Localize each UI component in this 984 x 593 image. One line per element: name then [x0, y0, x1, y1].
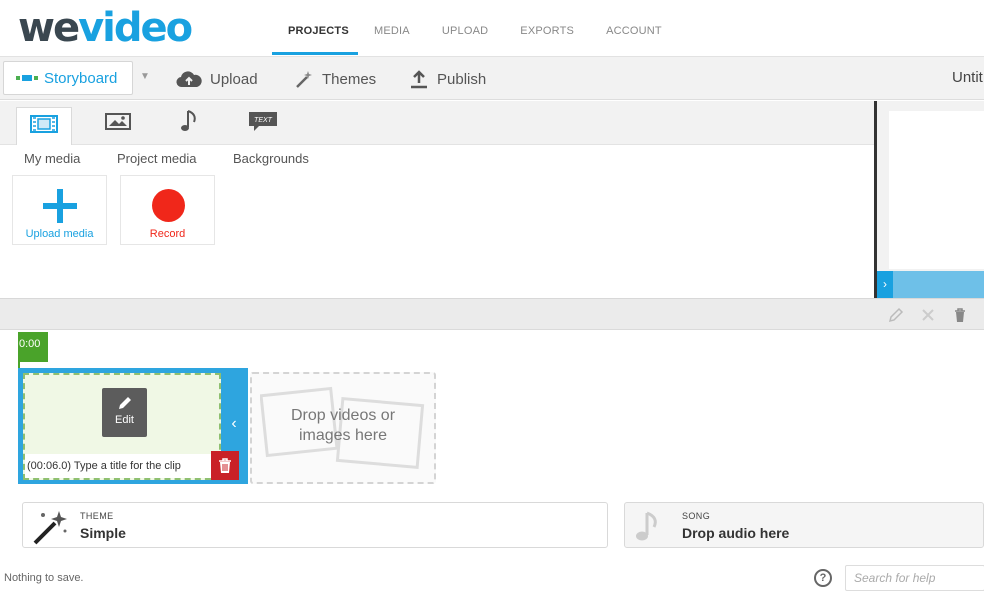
storyboard-mode-button[interactable]: Storyboard: [3, 61, 133, 95]
themes-button[interactable]: Themes: [294, 65, 376, 93]
record-label: Record: [149, 228, 186, 240]
record-tile[interactable]: Record: [120, 175, 215, 245]
pencil-icon[interactable]: [888, 307, 904, 323]
pencil-edit-icon: [118, 397, 131, 409]
drop-text-line1: Drop videos or: [290, 407, 396, 424]
drop-zone-text: Drop videos or images here: [252, 406, 434, 446]
editor-toolbar: Storyboard ▼ Upload Themes Publish Untit: [0, 56, 984, 100]
logo-we: we: [18, 5, 80, 51]
upload-button[interactable]: Upload: [176, 65, 258, 93]
video-clip[interactable]: Edit (00:06.0) Type a title for the clip: [23, 373, 221, 480]
publish-icon: [409, 69, 429, 89]
edit-clip-button[interactable]: Edit: [102, 388, 147, 437]
publish-button[interactable]: Publish: [409, 65, 486, 93]
storyboard-label: Storyboard: [44, 69, 118, 87]
tab-image[interactable]: [90, 107, 146, 139]
media-library: My media Project media Backgrounds Uploa…: [0, 145, 874, 297]
expand-preview-icon[interactable]: ›: [877, 271, 893, 298]
image-icon: [104, 111, 132, 136]
song-drop-area[interactable]: SONG Drop audio here: [624, 502, 984, 548]
record-icon: [152, 189, 185, 222]
subtab-my-media[interactable]: My media: [24, 151, 80, 166]
tab-projects[interactable]: PROJECTS: [272, 0, 358, 55]
help-icon[interactable]: ?: [814, 569, 832, 587]
upload-media-label: Upload media: [25, 228, 94, 240]
tab-exports[interactable]: EXPORTS: [504, 0, 590, 55]
tab-video[interactable]: [16, 107, 72, 145]
top-bar: wevideo PROJECTS MEDIA UPLOAD EXPORTS AC…: [0, 0, 984, 55]
subtab-backgrounds[interactable]: Backgrounds: [233, 151, 309, 166]
timeline-toolbar: [0, 298, 984, 330]
tab-upload[interactable]: UPLOAD: [426, 0, 504, 55]
edit-label: Edit: [115, 414, 134, 426]
wevideo-app: wevideo PROJECTS MEDIA UPLOAD EXPORTS AC…: [0, 0, 984, 593]
publish-label: Publish: [437, 70, 487, 88]
plus-icon: [43, 189, 77, 223]
subtab-project-media[interactable]: Project media: [117, 151, 196, 166]
save-status: Nothing to save.: [4, 572, 84, 584]
tab-music[interactable]: [162, 107, 218, 139]
theme-caption: THEME: [80, 511, 114, 521]
clip-container[interactable]: Edit (00:06.0) Type a title for the clip…: [18, 368, 248, 484]
delete-clip-button[interactable]: [211, 451, 239, 480]
music-note-icon: [633, 509, 663, 550]
help-search-input[interactable]: [845, 565, 984, 591]
preview-screen: [889, 111, 984, 269]
media-drop-zone[interactable]: Drop videos or images here: [250, 372, 436, 484]
film-icon: [30, 114, 58, 139]
wevideo-logo[interactable]: wevideo: [18, 5, 193, 51]
theme-value: Simple: [80, 525, 126, 541]
magic-wand-icon: [31, 509, 69, 550]
main-nav: PROJECTS MEDIA UPLOAD EXPORTS ACCOUNT: [272, 0, 678, 55]
storyboard-icon: [16, 75, 38, 81]
playhead-time[interactable]: 0:00: [18, 332, 48, 362]
media-type-tabs: TEXT: [0, 101, 874, 145]
song-caption: SONG: [682, 511, 711, 521]
text-tab-label: TEXT: [254, 117, 273, 124]
music-note-icon: [180, 107, 200, 140]
theme-selector[interactable]: THEME Simple: [22, 502, 608, 548]
collapse-clip-icon[interactable]: ‹: [224, 398, 244, 450]
logo-video: video: [78, 5, 193, 51]
cloud-upload-icon: [176, 70, 202, 88]
song-value: Drop audio here: [682, 525, 790, 541]
tab-media[interactable]: MEDIA: [358, 0, 426, 55]
preview-controls: ›: [877, 271, 984, 298]
magic-wand-icon: [294, 69, 314, 89]
tab-account[interactable]: ACCOUNT: [590, 0, 678, 55]
mode-dropdown-icon[interactable]: ▼: [140, 71, 150, 82]
text-icon: TEXT: [247, 110, 279, 137]
themes-label: Themes: [322, 70, 377, 88]
preview-panel: ›: [874, 101, 984, 298]
clip-title-field[interactable]: (00:06.0) Type a title for the clip: [25, 454, 221, 478]
drop-text-line2: images here: [298, 427, 388, 444]
project-title[interactable]: Untit: [952, 69, 983, 86]
upload-label: Upload: [210, 70, 258, 88]
trash-icon: [219, 457, 231, 473]
close-icon[interactable]: [920, 307, 936, 323]
tab-text[interactable]: TEXT: [235, 107, 291, 139]
trash-icon[interactable]: [952, 307, 968, 323]
upload-media-tile[interactable]: Upload media: [12, 175, 107, 245]
